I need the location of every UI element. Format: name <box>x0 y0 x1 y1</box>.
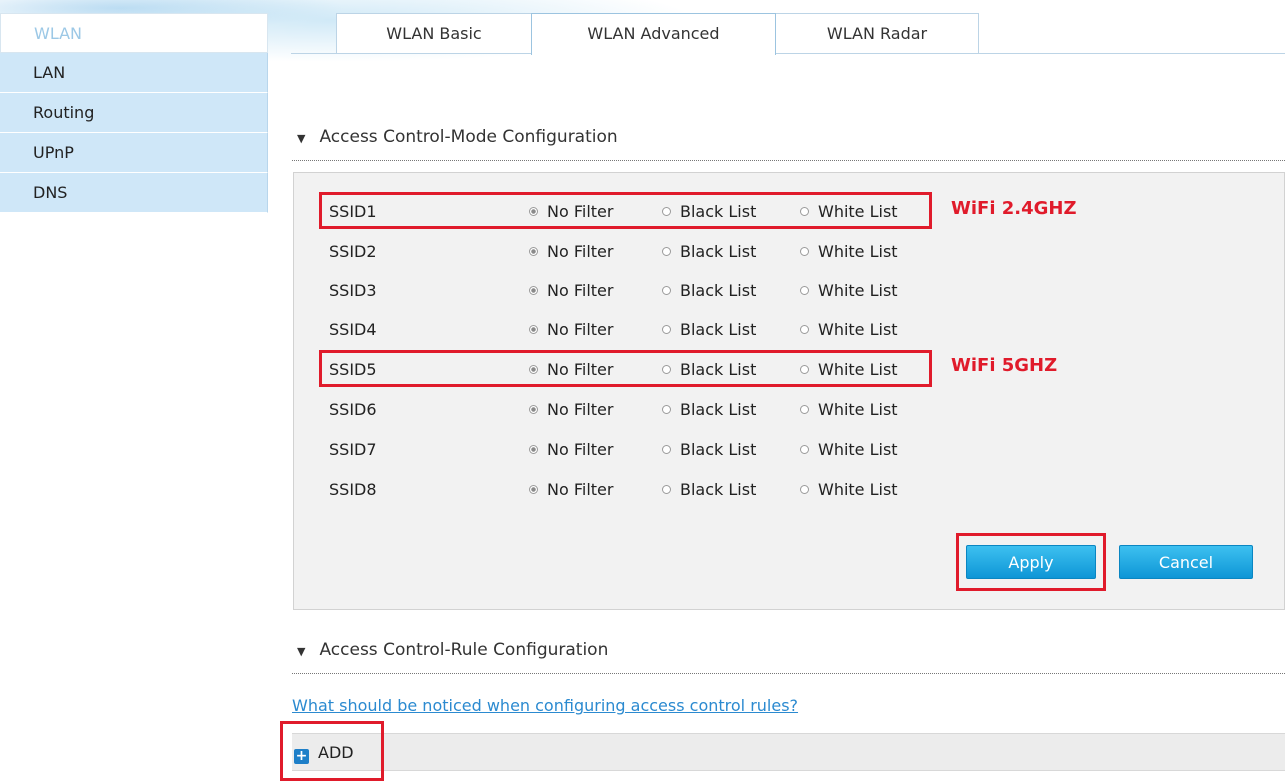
radio-label: No Filter <box>547 320 614 339</box>
radio-black-list[interactable]: Black List <box>662 240 756 264</box>
annotation-wifi-24ghz: WiFi 2.4GHZ <box>951 198 1077 219</box>
radio-black-list[interactable]: Black List <box>662 318 756 342</box>
radio-unselected-icon <box>662 247 671 256</box>
radio-no-filter[interactable]: No Filter <box>529 240 613 264</box>
radio-selected-icon <box>529 286 538 295</box>
sidebar-item-routing[interactable]: Routing <box>0 93 268 133</box>
radio-selected-icon <box>529 325 538 334</box>
radio-black-list[interactable]: Black List <box>662 398 756 422</box>
radio-white-list[interactable]: White List <box>800 240 898 264</box>
radio-selected-icon <box>529 405 538 414</box>
ssid-label: SSID4 <box>329 320 377 339</box>
section-divider <box>292 673 1285 674</box>
radio-unselected-icon <box>800 286 809 295</box>
radio-black-list[interactable]: Black List <box>662 279 756 303</box>
radio-label: No Filter <box>547 480 614 499</box>
radio-label: Black List <box>680 400 757 419</box>
sidebar-item-label: WLAN <box>34 24 83 43</box>
mode-section-header[interactable]: ▼ Access Control-Mode Configuration <box>297 127 618 147</box>
button-label: Cancel <box>1158 553 1214 572</box>
radio-unselected-icon <box>662 286 671 295</box>
radio-white-list[interactable]: White List <box>800 398 898 422</box>
radio-unselected-icon <box>662 445 671 454</box>
help-link[interactable]: What should be noticed when configuring … <box>292 696 798 715</box>
radio-unselected-icon <box>800 445 809 454</box>
tab-wlan-radar[interactable]: WLAN Radar <box>775 13 979 53</box>
highlight-box-ssid1 <box>319 192 932 229</box>
collapse-triangle-icon: ▼ <box>297 132 306 145</box>
ssid-label: SSID2 <box>329 242 377 261</box>
sidebar-item-dns[interactable]: DNS <box>0 173 268 213</box>
radio-white-list[interactable]: White List <box>800 279 898 303</box>
ssid-label: SSID3 <box>329 281 377 300</box>
radio-unselected-icon <box>662 325 671 334</box>
radio-selected-icon <box>529 485 538 494</box>
tab-wlan-advanced[interactable]: WLAN Advanced <box>531 13 776 55</box>
radio-unselected-icon <box>800 247 809 256</box>
ssid-label: SSID6 <box>329 400 377 419</box>
collapse-triangle-icon: ▼ <box>297 645 306 658</box>
radio-label: White List <box>818 281 898 300</box>
radio-label: Black List <box>680 242 757 261</box>
sidebar-item-wlan[interactable]: WLAN <box>0 13 268 53</box>
radio-no-filter[interactable]: No Filter <box>529 318 613 342</box>
radio-white-list[interactable]: White List <box>800 318 898 342</box>
radio-label: White List <box>818 400 898 419</box>
radio-label: No Filter <box>547 400 614 419</box>
radio-label: White List <box>818 242 898 261</box>
radio-unselected-icon <box>800 485 809 494</box>
rule-section-header[interactable]: ▼ Access Control-Rule Configuration <box>297 640 608 660</box>
annotation-wifi-5ghz: WiFi 5GHZ <box>951 355 1058 376</box>
tab-label: WLAN Basic <box>386 24 482 43</box>
radio-label: White List <box>818 480 898 499</box>
radio-no-filter[interactable]: No Filter <box>529 438 613 462</box>
apply-button[interactable]: Apply <box>966 545 1096 579</box>
add-toolbar <box>292 733 1285 771</box>
ssid-label: SSID7 <box>329 440 377 459</box>
radio-no-filter[interactable]: No Filter <box>529 478 613 502</box>
radio-label: Black List <box>680 440 757 459</box>
cancel-button[interactable]: Cancel <box>1119 545 1253 579</box>
section-divider <box>292 160 1285 161</box>
radio-unselected-icon <box>800 405 809 414</box>
radio-label: Black List <box>680 480 757 499</box>
radio-label: Black List <box>680 281 757 300</box>
sidebar-item-upnp[interactable]: UPnP <box>0 133 268 173</box>
radio-label: White List <box>818 320 898 339</box>
radio-no-filter[interactable]: No Filter <box>529 279 613 303</box>
radio-label: No Filter <box>547 440 614 459</box>
radio-unselected-icon <box>662 405 671 414</box>
highlight-box-ssid5 <box>319 350 932 387</box>
sidebar-item-lan[interactable]: LAN <box>0 53 268 93</box>
radio-white-list[interactable]: White List <box>800 438 898 462</box>
radio-black-list[interactable]: Black List <box>662 478 756 502</box>
radio-selected-icon <box>529 247 538 256</box>
section-title: Access Control-Mode Configuration <box>319 127 618 147</box>
radio-unselected-icon <box>800 325 809 334</box>
sidebar-item-label: Routing <box>33 103 95 122</box>
sidebar-item-label: LAN <box>33 63 66 82</box>
radio-unselected-icon <box>662 485 671 494</box>
radio-black-list[interactable]: Black List <box>662 438 756 462</box>
section-title: Access Control-Rule Configuration <box>319 640 609 660</box>
ssid-label: SSID8 <box>329 480 377 499</box>
radio-no-filter[interactable]: No Filter <box>529 398 613 422</box>
radio-selected-icon <box>529 445 538 454</box>
button-label: Apply <box>1008 553 1054 572</box>
radio-label: No Filter <box>547 281 614 300</box>
tab-wlan-basic[interactable]: WLAN Basic <box>336 13 532 53</box>
sidebar-item-label: DNS <box>33 183 68 202</box>
sidebar-item-label: UPnP <box>33 143 74 162</box>
radio-label: White List <box>818 440 898 459</box>
radio-label: Black List <box>680 320 757 339</box>
radio-label: No Filter <box>547 242 614 261</box>
highlight-box-add <box>280 721 384 781</box>
tab-label: WLAN Advanced <box>587 24 720 43</box>
tab-label: WLAN Radar <box>826 24 928 43</box>
radio-white-list[interactable]: White List <box>800 478 898 502</box>
